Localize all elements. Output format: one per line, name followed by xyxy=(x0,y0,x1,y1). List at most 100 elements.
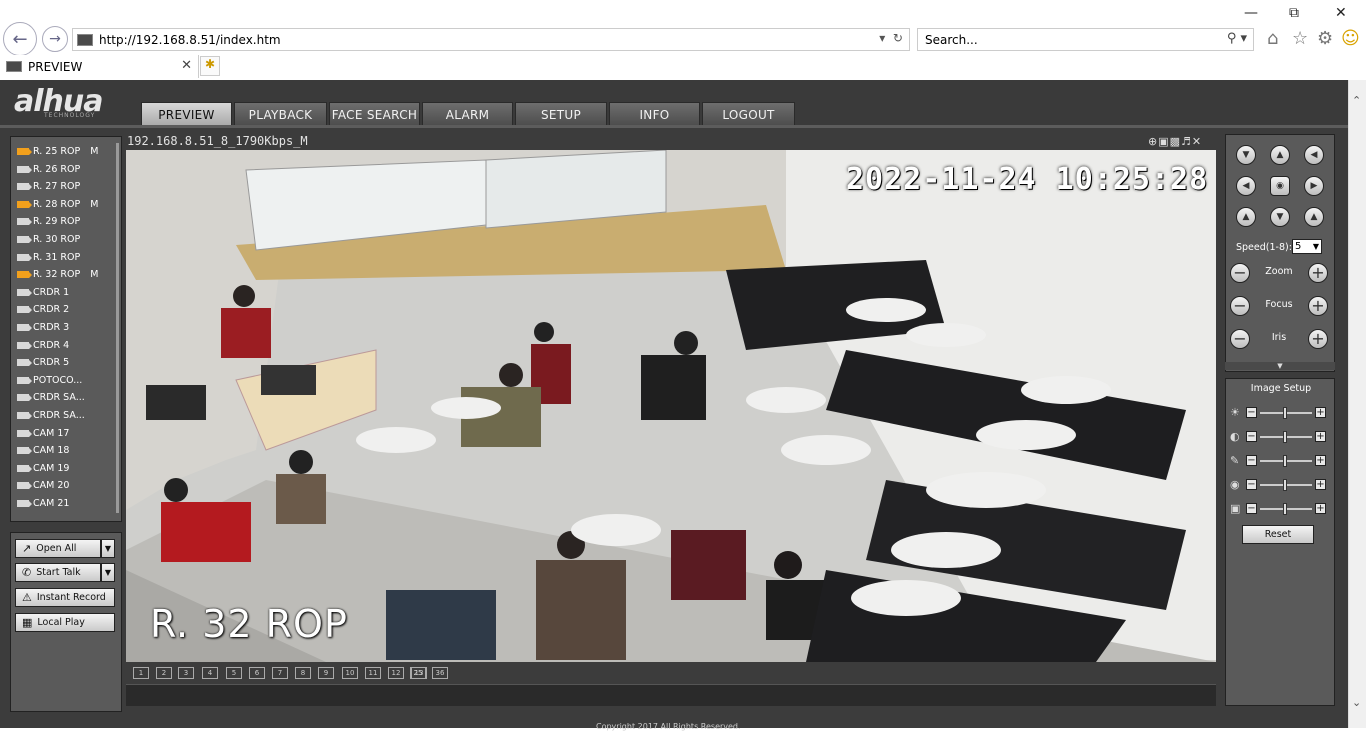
focus-near-button[interactable]: − xyxy=(1230,296,1250,316)
search-icon[interactable]: ⚲ ▾ xyxy=(1227,31,1247,46)
layout-button[interactable]: 10 xyxy=(342,667,358,679)
layout-button[interactable]: 9 xyxy=(318,667,334,679)
ptz-left-icon[interactable]: ◀ xyxy=(1236,176,1256,196)
zoom-in-button[interactable]: + xyxy=(1308,263,1328,283)
slider-knob[interactable] xyxy=(1283,455,1287,467)
audio-icon[interactable]: ♬ xyxy=(1181,135,1192,148)
increase-button[interactable]: + xyxy=(1315,503,1326,514)
zoom-icon[interactable]: ⊕ xyxy=(1148,135,1158,148)
snapshot-icon[interactable]: ▩ xyxy=(1170,135,1181,148)
channel-item[interactable]: CAM 20 xyxy=(17,477,69,494)
layout-button[interactable]: 8 xyxy=(295,667,311,679)
tab-logout[interactable]: LOGOUT xyxy=(702,102,795,126)
channel-item[interactable]: R. 26 ROP xyxy=(17,161,80,178)
channel-item[interactable]: CRDR 3 xyxy=(17,319,69,336)
channel-item[interactable]: CAM 17 xyxy=(17,425,69,442)
layout-button-25[interactable]: 25 xyxy=(410,667,426,679)
channel-item[interactable]: CAM 18 xyxy=(17,442,69,459)
tab-setup[interactable]: SETUP xyxy=(515,102,607,126)
ptz-down-left-icon[interactable]: ▲ xyxy=(1236,207,1256,227)
tab-preview-menu[interactable]: PREVIEW xyxy=(141,102,232,126)
slider-knob[interactable] xyxy=(1283,407,1287,419)
restore-icon[interactable]: ⧉ xyxy=(1289,5,1299,21)
channel-item[interactable]: CRDR SA... xyxy=(17,389,85,406)
zoom-out-button[interactable]: − xyxy=(1230,263,1250,283)
slider-knob[interactable] xyxy=(1283,431,1287,443)
close-icon[interactable]: ✕ xyxy=(1192,135,1202,148)
fullscreen-icon[interactable]: ▣ xyxy=(1158,135,1169,148)
tab-face-search[interactable]: FACE SEARCH xyxy=(329,102,420,126)
increase-button[interactable]: + xyxy=(1315,455,1326,466)
instant-record-button[interactable]: ⚠ Instant Record xyxy=(15,588,115,607)
ptz-up-left-icon[interactable]: ▼ xyxy=(1236,145,1256,165)
channel-item[interactable]: CRDR 2 xyxy=(17,301,69,318)
layout-button[interactable]: 11 xyxy=(365,667,381,679)
video-view[interactable]: 2022-11-24 10:25:28 R. 32 ROP xyxy=(126,150,1216,662)
scroll-down-icon[interactable]: ⌄ xyxy=(1352,696,1361,709)
channel-item[interactable]: R. 29 ROP xyxy=(17,213,80,230)
decrease-button[interactable]: − xyxy=(1246,431,1257,442)
address-bar[interactable]: http://192.168.8.51/index.htm ▾ ↻ xyxy=(72,28,910,51)
layout-button[interactable]: 4 xyxy=(202,667,218,679)
channel-item[interactable]: R. 27 ROP xyxy=(17,178,80,195)
gear-icon[interactable]: ⚙ xyxy=(1317,29,1333,49)
forward-icon[interactable]: → xyxy=(42,26,68,52)
channel-item[interactable]: CAM 21 xyxy=(17,495,69,512)
increase-button[interactable]: + xyxy=(1315,479,1326,490)
close-window-icon[interactable]: ✕ xyxy=(1335,5,1347,21)
slider-knob[interactable] xyxy=(1283,503,1287,515)
layout-button[interactable]: 7 xyxy=(272,667,288,679)
ptz-up-icon[interactable]: ▲ xyxy=(1270,145,1290,165)
layout-button[interactable]: 2 xyxy=(156,667,172,679)
iris-open-button[interactable]: + xyxy=(1308,329,1328,349)
channel-scrollbar[interactable] xyxy=(116,143,119,513)
close-tab-icon[interactable]: ✕ xyxy=(181,58,192,73)
new-tab-button[interactable]: ✱ xyxy=(200,56,220,76)
saturation-slider[interactable]: ✎ − + xyxy=(1230,454,1332,468)
speed-select[interactable]: 5 ▼ xyxy=(1292,239,1322,254)
layout-button[interactable]: 12 xyxy=(388,667,404,679)
contrast-slider[interactable]: ◐ − + xyxy=(1230,430,1332,444)
brightness-slider[interactable]: ☀ − + xyxy=(1230,406,1332,420)
layout-button[interactable]: 5 xyxy=(226,667,242,679)
channel-item[interactable]: CRDR 1 xyxy=(17,284,69,301)
iris-close-button[interactable]: − xyxy=(1230,329,1250,349)
decrease-button[interactable]: − xyxy=(1246,455,1257,466)
search-input[interactable]: Search... ⚲ ▾ xyxy=(917,28,1254,51)
channel-item[interactable]: POTOCO... xyxy=(17,372,82,389)
ptz-down-icon[interactable]: ▼ xyxy=(1270,207,1290,227)
minimize-icon[interactable]: — xyxy=(1244,5,1258,21)
channel-item[interactable]: R. 30 ROP xyxy=(17,231,80,248)
address-url[interactable]: http://192.168.8.51/index.htm xyxy=(99,33,281,47)
chevron-down-icon[interactable]: ▼ xyxy=(101,563,115,582)
channel-item[interactable]: CRDR 5 xyxy=(17,354,69,371)
increase-button[interactable]: + xyxy=(1315,407,1326,418)
focus-far-button[interactable]: + xyxy=(1308,296,1328,316)
chevron-down-icon[interactable]: ▼ xyxy=(101,539,115,558)
decrease-button[interactable]: − xyxy=(1246,503,1257,514)
tab-info[interactable]: INFO xyxy=(609,102,700,126)
back-icon[interactable]: ← xyxy=(3,22,37,56)
slider-knob[interactable] xyxy=(1283,479,1287,491)
decrease-button[interactable]: − xyxy=(1246,479,1257,490)
home-icon[interactable]: ⌂ xyxy=(1267,29,1278,49)
reset-button[interactable]: Reset xyxy=(1242,525,1314,544)
increase-button[interactable]: + xyxy=(1315,431,1326,442)
channel-item[interactable]: CRDR SA... xyxy=(17,407,85,424)
channel-item[interactable]: R. 31 ROP xyxy=(17,249,80,266)
ptz-right-icon[interactable]: ▶ xyxy=(1304,176,1324,196)
layout-button[interactable]: 3 xyxy=(178,667,194,679)
smiley-icon[interactable]: ☺ xyxy=(1341,29,1360,49)
tab-playback[interactable]: PLAYBACK xyxy=(234,102,327,126)
tab-alarm[interactable]: ALARM xyxy=(422,102,513,126)
ptz-down-right-icon[interactable]: ▲ xyxy=(1304,207,1324,227)
channel-item[interactable]: R. 32 ROP M xyxy=(17,266,98,283)
refresh-icon[interactable]: ▾ ↻ xyxy=(879,31,903,45)
open-all-button[interactable]: ↗ Open All ▼ xyxy=(15,539,115,558)
channel-item[interactable]: R. 28 ROP M xyxy=(17,196,98,213)
gain-slider[interactable]: ▣ − + xyxy=(1230,502,1332,516)
decrease-button[interactable]: − xyxy=(1246,407,1257,418)
search-placeholder[interactable]: Search... xyxy=(925,33,978,47)
collapse-ptz-icon[interactable]: ▼ xyxy=(1225,362,1335,370)
layout-button[interactable]: 1 xyxy=(133,667,149,679)
